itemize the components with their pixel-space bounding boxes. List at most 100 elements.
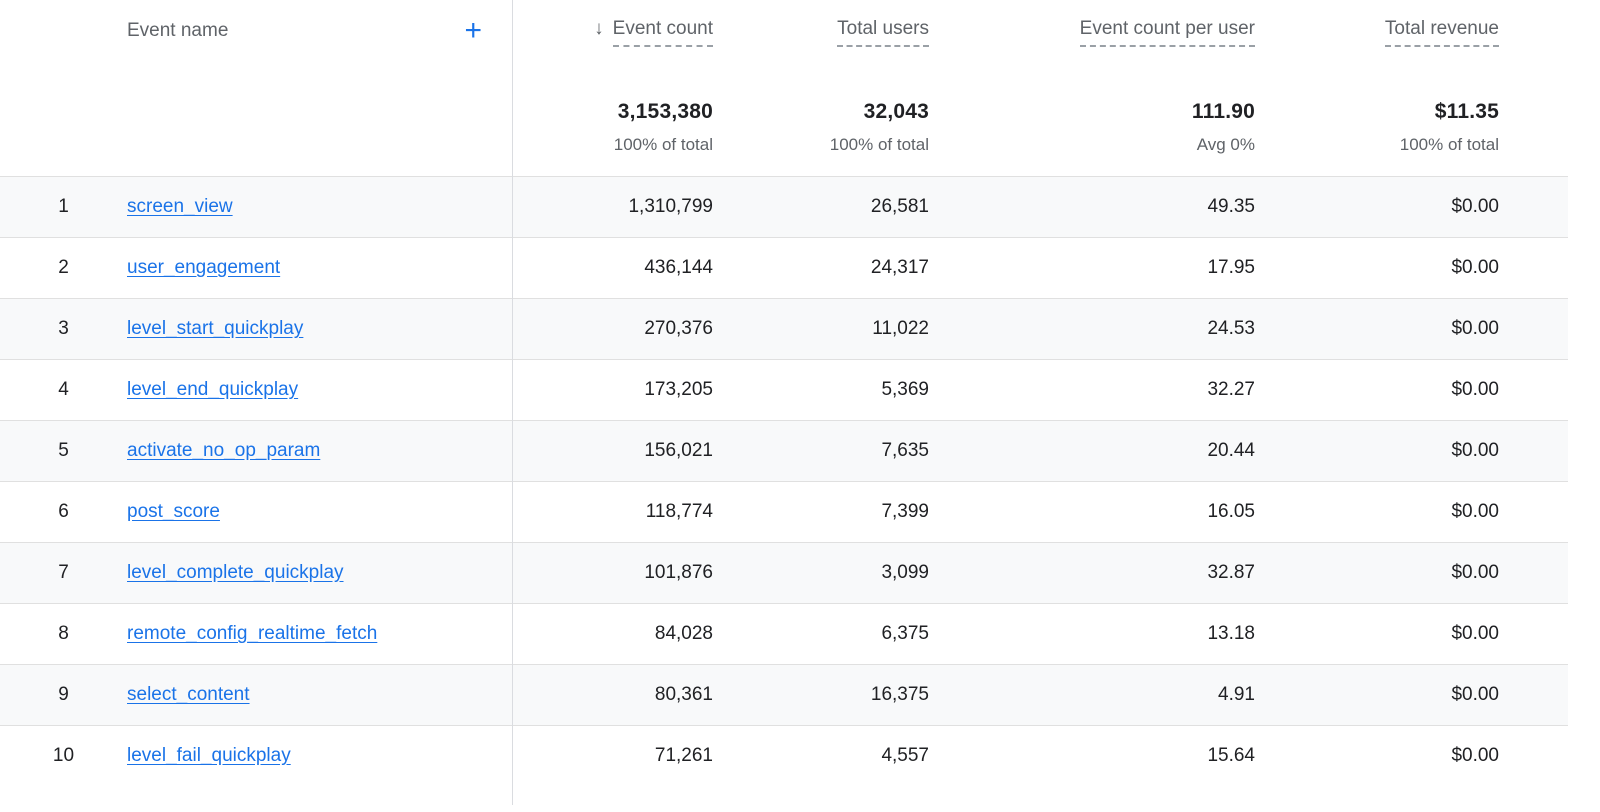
total-users-cell: 11,022 <box>713 318 929 340</box>
total-revenue-cell: $0.00 <box>1255 196 1568 218</box>
row-number: 1 <box>0 196 127 218</box>
event-name-header-label: Event name <box>127 18 228 42</box>
event-count-per-user-cell: 15.64 <box>929 745 1255 767</box>
total-revenue-cell: $0.00 <box>1255 623 1568 645</box>
column-header-event-count[interactable]: ↓ Event count <box>512 18 713 60</box>
total-users-cell: 6,375 <box>713 623 929 645</box>
event-count-total: 3,153,380 <box>512 100 713 124</box>
event-name-header-cell: Event name + <box>0 18 512 60</box>
total-users-total: 32,043 <box>713 100 929 124</box>
row-number: 6 <box>0 501 127 523</box>
event-count-per-user-cell: 4.91 <box>929 684 1255 706</box>
row-number: 8 <box>0 623 127 645</box>
event-name-cell: 10 level_fail_quickplay <box>0 745 512 767</box>
column-header-total-revenue[interactable]: Total revenue <box>1255 18 1568 60</box>
event-count-cell: 156,021 <box>512 440 713 462</box>
event-name-link[interactable]: select_content <box>127 684 250 706</box>
event-name-link[interactable]: level_fail_quickplay <box>127 745 291 767</box>
total-users-cell: 3,099 <box>713 562 929 584</box>
event-count-per-user-cell: 24.53 <box>929 318 1255 340</box>
total-users-header-label[interactable]: Total users <box>837 18 929 47</box>
totals-total-users-cell: 32,043 100% of total <box>713 100 929 176</box>
event-count-per-user-total-note: Avg 0% <box>929 135 1255 155</box>
row-number: 4 <box>0 379 127 401</box>
totals-event-count-per-user-cell: 111.90 Avg 0% <box>929 100 1255 176</box>
event-name-link[interactable]: activate_no_op_param <box>127 440 320 462</box>
total-revenue-header-label[interactable]: Total revenue <box>1385 18 1499 47</box>
event-name-link[interactable]: remote_config_realtime_fetch <box>127 623 377 645</box>
event-count-total-note: 100% of total <box>512 135 713 155</box>
event-count-cell: 118,774 <box>512 501 713 523</box>
total-revenue-total-note: 100% of total <box>1255 135 1499 155</box>
table-row: 4 level_end_quickplay 173,205 5,369 32.2… <box>0 359 1568 420</box>
event-count-per-user-cell: 32.27 <box>929 379 1255 401</box>
table-row: 9 select_content 80,361 16,375 4.91 $0.0… <box>0 664 1568 725</box>
total-users-total-note: 100% of total <box>713 135 929 155</box>
event-count-per-user-cell: 20.44 <box>929 440 1255 462</box>
total-revenue-cell: $0.00 <box>1255 379 1568 401</box>
event-name-link[interactable]: level_start_quickplay <box>127 318 303 340</box>
event-name-link[interactable]: level_complete_quickplay <box>127 562 344 584</box>
total-revenue-cell: $0.00 <box>1255 501 1568 523</box>
row-number: 5 <box>0 440 127 462</box>
totals-event-count-cell: 3,153,380 100% of total <box>512 100 713 176</box>
row-number: 2 <box>0 257 127 279</box>
total-users-cell: 7,399 <box>713 501 929 523</box>
totals-total-revenue-cell: $11.35 100% of total <box>1255 100 1568 176</box>
event-name-cell: 9 select_content <box>0 684 512 706</box>
total-revenue-cell: $0.00 <box>1255 440 1568 462</box>
row-number: 3 <box>0 318 127 340</box>
event-name-cell: 4 level_end_quickplay <box>0 379 512 401</box>
table-row: 7 level_complete_quickplay 101,876 3,099… <box>0 542 1568 603</box>
event-count-header-label[interactable]: Event count <box>613 18 713 47</box>
event-count-per-user-cell: 49.35 <box>929 196 1255 218</box>
totals-row: 3,153,380 100% of total 32,043 100% of t… <box>0 60 1568 176</box>
event-name-link[interactable]: user_engagement <box>127 257 280 279</box>
event-count-per-user-cell: 17.95 <box>929 257 1255 279</box>
event-count-per-user-cell: 32.87 <box>929 562 1255 584</box>
add-comparison-button[interactable]: + <box>464 18 482 44</box>
table-row: 6 post_score 118,774 7,399 16.05 $0.00 <box>0 481 1568 542</box>
totals-name-cell-empty <box>0 100 512 176</box>
event-count-cell: 173,205 <box>512 379 713 401</box>
event-count-cell: 436,144 <box>512 257 713 279</box>
table-header-row: Event name + ↓ Event count Total users Ev… <box>0 0 1568 60</box>
total-revenue-cell: $0.00 <box>1255 257 1568 279</box>
sort-descending-icon[interactable]: ↓ <box>594 18 604 39</box>
event-name-cell: 8 remote_config_realtime_fetch <box>0 623 512 645</box>
event-count-cell: 270,376 <box>512 318 713 340</box>
total-revenue-cell: $0.00 <box>1255 745 1568 767</box>
total-revenue-cell: $0.00 <box>1255 684 1568 706</box>
total-revenue-total: $11.35 <box>1255 100 1499 124</box>
event-count-cell: 101,876 <box>512 562 713 584</box>
total-users-cell: 5,369 <box>713 379 929 401</box>
event-name-cell: 6 post_score <box>0 501 512 523</box>
row-number: 10 <box>0 745 127 767</box>
table-body: 1 screen_view 1,310,799 26,581 49.35 $0.… <box>0 176 1568 786</box>
event-name-cell: 3 level_start_quickplay <box>0 318 512 340</box>
event-name-link[interactable]: post_score <box>127 501 220 523</box>
event-count-per-user-header-label[interactable]: Event count per user <box>1080 18 1255 47</box>
total-users-cell: 4,557 <box>713 745 929 767</box>
column-header-event-count-per-user[interactable]: Event count per user <box>929 18 1255 60</box>
event-count-per-user-cell: 16.05 <box>929 501 1255 523</box>
row-number: 7 <box>0 562 127 584</box>
event-count-per-user-total: 111.90 <box>929 100 1255 124</box>
total-users-cell: 26,581 <box>713 196 929 218</box>
events-table: Event name + ↓ Event count Total users Ev… <box>0 0 1568 786</box>
total-users-cell: 7,635 <box>713 440 929 462</box>
total-users-cell: 16,375 <box>713 684 929 706</box>
column-header-total-users[interactable]: Total users <box>713 18 929 60</box>
event-name-link[interactable]: level_end_quickplay <box>127 379 298 401</box>
event-name-cell: 1 screen_view <box>0 196 512 218</box>
event-name-cell: 5 activate_no_op_param <box>0 440 512 462</box>
table-row: 5 activate_no_op_param 156,021 7,635 20.… <box>0 420 1568 481</box>
total-revenue-cell: $0.00 <box>1255 562 1568 584</box>
table-row: 3 level_start_quickplay 270,376 11,022 2… <box>0 298 1568 359</box>
event-name-cell: 7 level_complete_quickplay <box>0 562 512 584</box>
total-revenue-cell: $0.00 <box>1255 318 1568 340</box>
table-row: 1 screen_view 1,310,799 26,581 49.35 $0.… <box>0 176 1568 237</box>
event-count-per-user-cell: 13.18 <box>929 623 1255 645</box>
event-name-link[interactable]: screen_view <box>127 196 233 218</box>
table-row: 8 remote_config_realtime_fetch 84,028 6,… <box>0 603 1568 664</box>
